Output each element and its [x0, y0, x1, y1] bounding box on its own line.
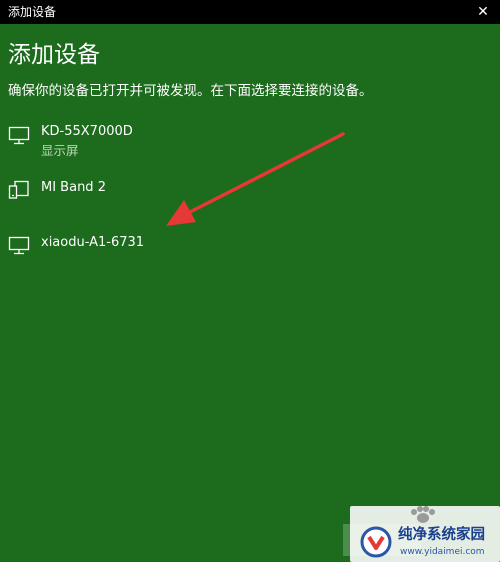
site-logo-icon — [360, 526, 392, 558]
paw-icon — [411, 506, 435, 523]
monitor-icon — [8, 236, 30, 255]
monitor-icon — [8, 126, 30, 145]
device-name: MI Band 2 — [41, 180, 106, 195]
close-button[interactable]: ✕ — [466, 0, 500, 24]
watermark-url: www.yidaimei.com — [400, 547, 485, 557]
add-device-window: 添加设备 ✕ 添加设备 确保你的设备已打开并可被发现。在下面选择要连接的设备。 … — [0, 0, 500, 562]
device-item-xiaodu-a1-6731[interactable]: xiaodu-A1-6731 — [0, 234, 500, 278]
window-title: 添加设备 — [8, 5, 57, 19]
site-watermark: 纯净系统家园 www.yidaimei.com — [350, 506, 500, 562]
phone-device-icon — [8, 180, 29, 199]
title-bar: 添加设备 ✕ — [0, 0, 500, 24]
device-name: KD-55X7000D — [41, 124, 133, 139]
device-type: 显示屏 — [41, 143, 79, 158]
device-item-kd-55x7000d[interactable]: KD-55X7000D 显示屏 — [0, 123, 500, 167]
close-icon: ✕ — [477, 4, 489, 20]
device-name: xiaodu-A1-6731 — [41, 235, 145, 250]
instruction-text: 确保你的设备已打开并可被发现。在下面选择要连接的设备。 — [8, 83, 373, 99]
device-item-mi-band-2[interactable]: MI Band 2 — [0, 179, 500, 223]
watermark-name: 纯净系统家园 — [398, 527, 485, 543]
page-title: 添加设备 — [8, 42, 100, 68]
